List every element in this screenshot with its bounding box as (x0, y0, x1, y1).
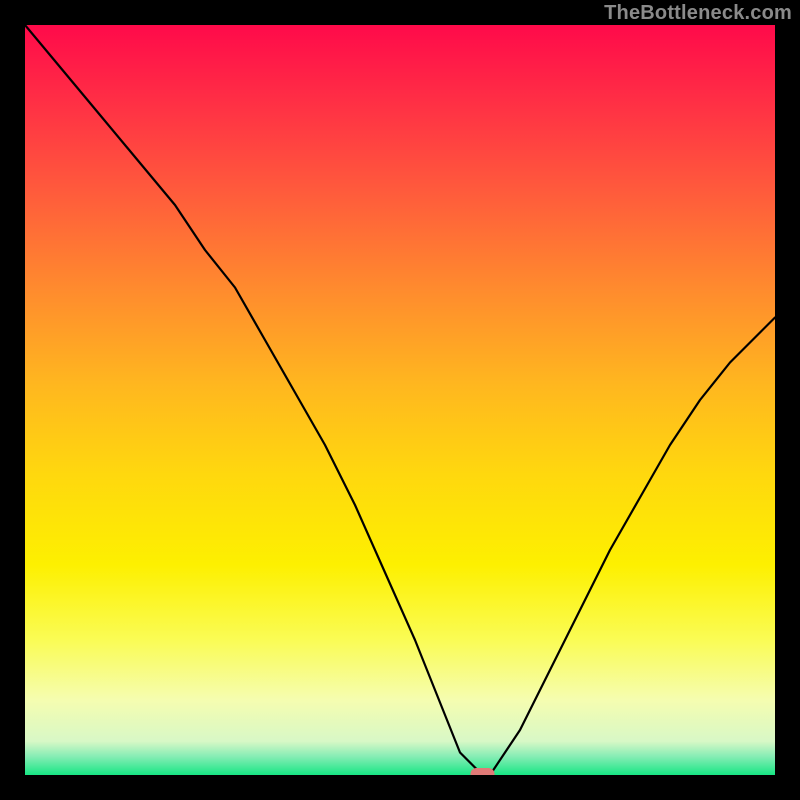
plot-svg (25, 25, 775, 775)
optimal-marker (471, 768, 495, 775)
plot-background (25, 25, 775, 775)
watermark-text: TheBottleneck.com (604, 2, 792, 25)
plot-area (25, 25, 775, 775)
chart-frame: TheBottleneck.com (0, 0, 800, 800)
